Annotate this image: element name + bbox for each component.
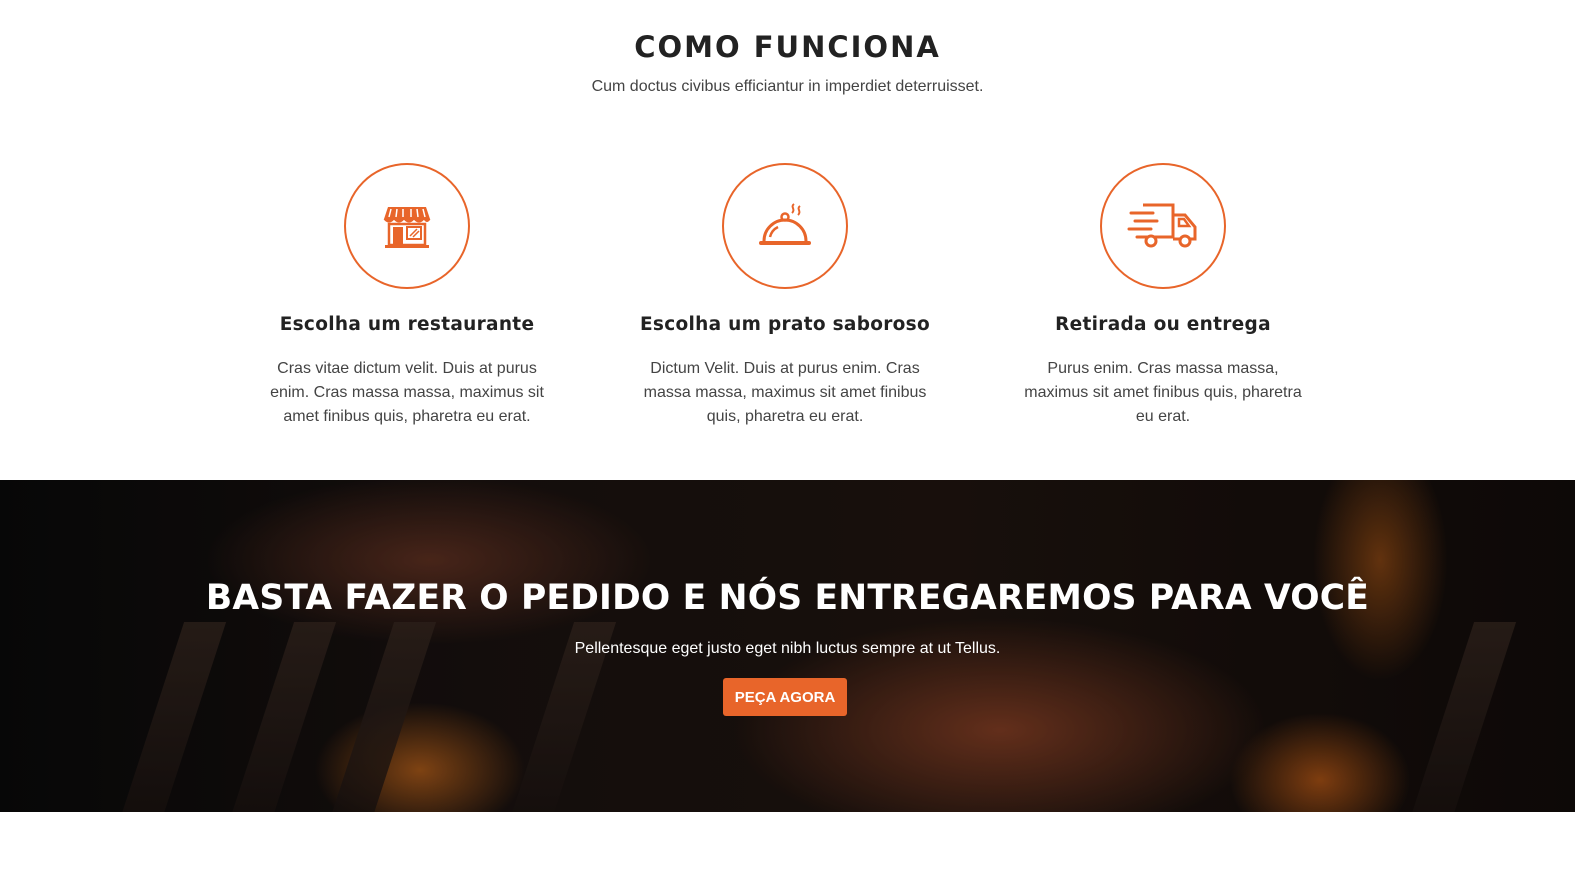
step-icon-circle (344, 163, 470, 289)
step-card-restaurant: Escolha um restaurante Cras vitae dictum… (257, 163, 557, 429)
section-title: COMO FUNCIONA (634, 30, 941, 64)
order-now-button[interactable]: PEÇA AGORA (723, 678, 847, 716)
step-description: Purus enim. Cras massa massa, maximus si… (1024, 360, 1302, 425)
how-it-works-section: COMO FUNCIONA Cum doctus civibus efficia… (0, 0, 1575, 480)
banner-subtitle: Pellentesque eget justo eget nibh luctus… (574, 640, 1001, 657)
delivery-truck-icon (1127, 203, 1197, 248)
step-description: Cras vitae dictum velit. Duis at purus e… (270, 360, 544, 425)
step-icon-circle (722, 163, 848, 289)
step-description: Dictum Velit. Duis at purus enim. Cras m… (643, 360, 927, 425)
step-title: Escolha um prato saboroso (640, 314, 930, 335)
section-subtitle: Cum doctus civibus efficiantur in imperd… (591, 78, 984, 95)
order-banner: BASTA FAZER O PEDIDO E NÓS ENTREGAREMOS … (0, 480, 1575, 812)
restaurant-store-icon (383, 207, 431, 248)
food-cloche-icon (759, 203, 811, 245)
step-card-delivery: Retirada ou entrega Purus enim. Cras mas… (1013, 163, 1313, 429)
step-title: Retirada ou entrega (1055, 314, 1271, 335)
banner-title: BASTA FAZER O PEDIDO E NÓS ENTREGAREMOS … (205, 578, 1370, 618)
step-title: Escolha um restaurante (279, 314, 535, 335)
step-card-dish: Escolha um prato saboroso Dictum Velit. … (635, 163, 935, 429)
step-icon-circle (1100, 163, 1226, 289)
